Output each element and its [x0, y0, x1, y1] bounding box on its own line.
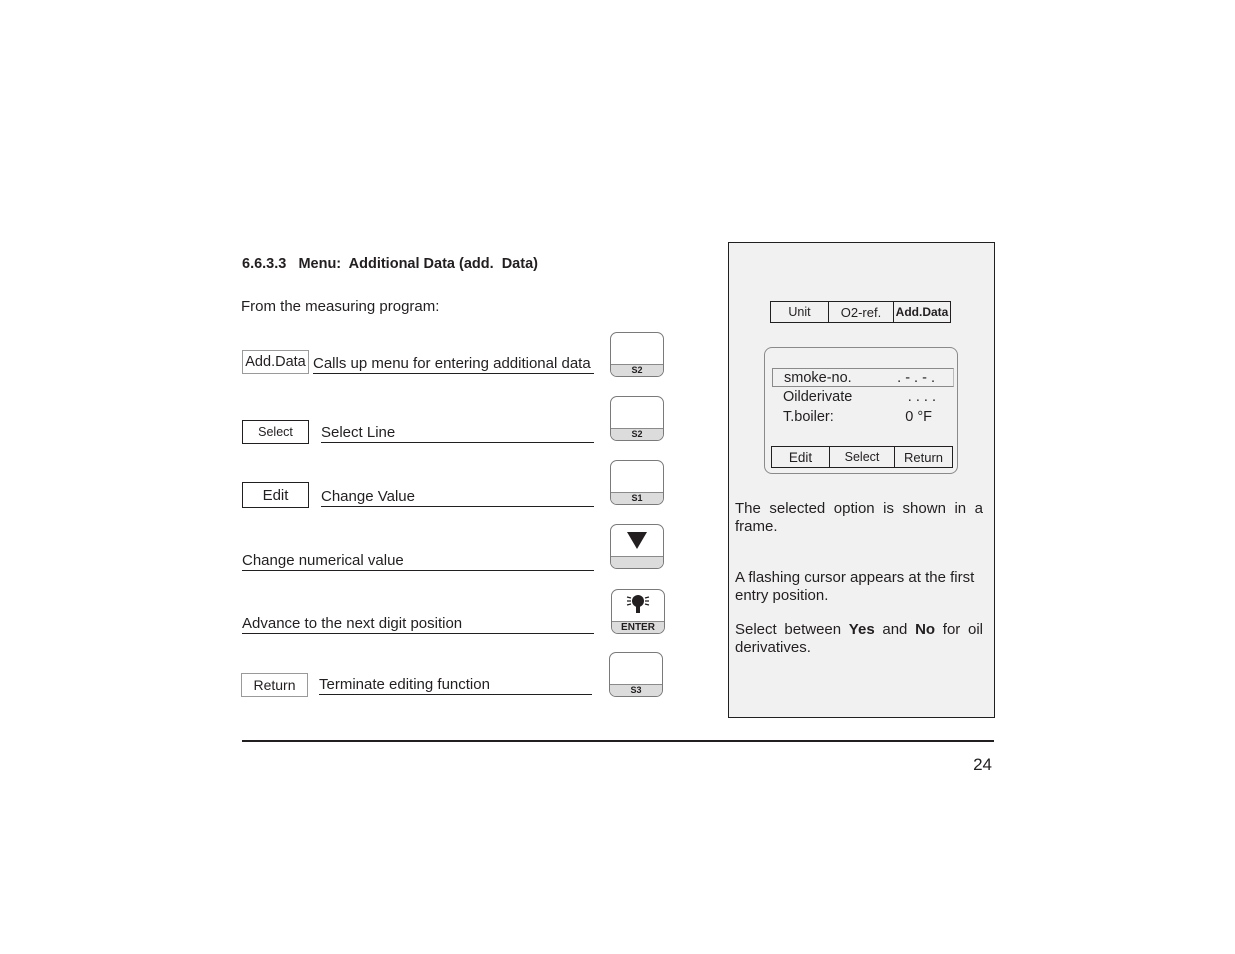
- line-value: 0 °F: [905, 409, 932, 425]
- screen-line-t-boiler[interactable]: T.boiler: 0 °F: [772, 408, 954, 427]
- line-value: . - . - .: [897, 370, 935, 386]
- note-flashing-cursor: A flashing cursor appears at the first e…: [735, 569, 975, 604]
- section-heading: 6.6.3.3 Menu: Additional Data (add. Data…: [242, 256, 538, 272]
- light-bulb-icon: [612, 593, 664, 620]
- key-label: S3: [610, 684, 662, 696]
- soft-key-select[interactable]: Select: [830, 447, 895, 467]
- step-description: Change numerical value: [242, 552, 594, 571]
- step-description: Change Value: [321, 488, 594, 507]
- line-label: T.boiler:: [783, 409, 834, 425]
- section-number: 6.6.3.3: [242, 256, 287, 272]
- menu-tab-add-data[interactable]: Add.Data: [894, 302, 950, 322]
- menu-tab-unit[interactable]: Unit: [771, 302, 829, 322]
- menu-bar: Unit O2-ref. Add.Data: [770, 301, 951, 323]
- note-yes-no: Select between Yes and No for oil deriva…: [735, 621, 983, 656]
- s2-key[interactable]: S2: [610, 396, 664, 441]
- display-panel: Unit O2-ref. Add.Data smoke-no. . - . - …: [728, 242, 995, 718]
- soft-label-add-data: Add.Data: [242, 350, 309, 374]
- device-screen: smoke-no. . - . - . Oilderivate . . . . …: [764, 347, 958, 474]
- soft-key-edit[interactable]: Edit: [772, 447, 830, 467]
- footer-rule: [242, 740, 994, 742]
- line-label: Oilderivate: [783, 389, 853, 405]
- step-description: Calls up menu for entering additional da…: [313, 355, 594, 374]
- s3-key[interactable]: S3: [609, 652, 663, 697]
- step-description: Advance to the next digit position: [242, 615, 594, 634]
- key-label: ENTER: [612, 621, 664, 633]
- soft-key-return[interactable]: Return: [895, 447, 952, 467]
- no-emphasis: No: [915, 621, 936, 638]
- step-description: Terminate editing function: [319, 676, 592, 695]
- line-label: smoke-no.: [784, 370, 852, 386]
- key-label: S1: [611, 492, 663, 504]
- section-title: Menu: Additional Data (add. Data): [298, 256, 538, 272]
- key-label: S2: [611, 364, 663, 376]
- enter-key[interactable]: ENTER: [611, 589, 665, 634]
- step-description: Select Line: [321, 424, 594, 443]
- screen-line-smoke-no[interactable]: smoke-no. . - . - .: [772, 368, 954, 387]
- soft-label-edit: Edit: [242, 482, 309, 508]
- key-label: S2: [611, 428, 663, 440]
- soft-label-return: Return: [241, 673, 308, 697]
- soft-key-bar: Edit Select Return: [771, 446, 953, 468]
- s1-key[interactable]: S1: [610, 460, 664, 505]
- line-value: . . . .: [907, 389, 936, 405]
- key-label: [611, 556, 663, 568]
- menu-tab-o2-ref[interactable]: O2-ref.: [829, 302, 894, 322]
- yes-emphasis: Yes: [848, 621, 875, 638]
- intro-text: From the measuring program:: [241, 298, 440, 315]
- down-triangle-icon: [611, 530, 663, 555]
- down-arrow-key[interactable]: [610, 524, 664, 569]
- note-selected-frame: The selected option is shown in a frame.: [735, 500, 983, 535]
- page-number: 24: [973, 755, 992, 774]
- screen-line-oilderivate[interactable]: Oilderivate . . . .: [772, 388, 954, 407]
- soft-label-select: Select: [242, 420, 309, 444]
- s2-key[interactable]: S2: [610, 332, 664, 377]
